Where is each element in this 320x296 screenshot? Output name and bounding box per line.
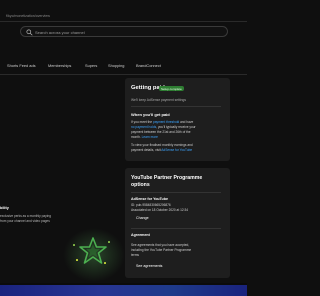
change-button[interactable]: Change: [136, 216, 149, 220]
partner-options-title: YouTube Partner Programme options: [131, 175, 203, 188]
tab-brandconnect[interactable]: BrandConnect: [136, 63, 161, 68]
payment-text-line2: no payment holds, you'll typically recei…: [131, 125, 196, 129]
search-input[interactable]: Search across your channel: [35, 30, 85, 35]
tab-supers[interactable]: Supers: [85, 63, 97, 68]
sparkle-dot: [73, 244, 75, 246]
adsense-pub-id: ID: pub-9584830665206876: [131, 203, 171, 207]
tab-shopping[interactable]: Shopping: [108, 63, 124, 68]
agreements-text-line3: terms: [131, 253, 139, 257]
payment-threshold-link[interactable]: payment threshold: [153, 120, 179, 124]
adsense-heading: AdSense for YouTube: [131, 197, 168, 201]
agreements-heading: Agreement: [131, 233, 150, 237]
header-divider: [0, 21, 247, 22]
getting-paid-subtitle: We'll keep AdSense payment settings: [131, 98, 186, 102]
tab-shorts-feed-ads[interactable]: Shorts Feed ads: [7, 63, 36, 68]
sparkle-dot: [108, 241, 110, 243]
agreements-text-line1: See agreements that you have accepted,: [131, 243, 190, 247]
memberships-text-line1: exclusive perks as a monthly paying: [0, 214, 52, 218]
partner-divider-2: [131, 228, 221, 229]
payment-text-line4: month. Learn more: [131, 135, 158, 139]
learn-more-link[interactable]: Learn more: [142, 135, 158, 139]
memberships-text-line2: from your channel and video pages: [0, 219, 50, 223]
see-agreements-button[interactable]: See agreements: [136, 264, 162, 268]
address-url: f/kyc/monetization/overview: [6, 14, 50, 18]
adsense-associated-date: Associated on 18 October 2020 at 12:34: [131, 208, 189, 212]
sparkle-dot: [76, 259, 78, 261]
payment-text-line1: If you meet the payment threshold and ha…: [131, 120, 194, 124]
when-paid-heading: When you'll get paid: [131, 112, 170, 117]
partner-divider-1: [131, 192, 221, 193]
agreements-text-line2: including the YouTube Partner Programme: [131, 248, 192, 252]
tab-memberships[interactable]: Memberships: [48, 63, 71, 68]
adsense-for-youtube-link[interactable]: AdSense for YouTube: [161, 148, 192, 152]
taskbar: [0, 285, 247, 296]
earnings-text-line1: To view your finalised monthly earnings …: [131, 143, 193, 147]
payment-text-line3: payment between the 21st and 26th of the: [131, 130, 191, 134]
memberships-heading: bility: [0, 206, 9, 210]
earnings-text-line2: payment details, visit AdSense for YouTu…: [131, 148, 193, 152]
payment-holds-link[interactable]: no payment holds: [131, 125, 156, 129]
search-bar[interactable]: Search across your channel: [20, 26, 228, 37]
getting-paid-divider: [131, 106, 221, 107]
status-badge: Setup complete: [159, 86, 184, 92]
search-icon: [26, 28, 33, 36]
sparkle-dot: [104, 262, 106, 264]
tabs-divider: [0, 74, 247, 75]
